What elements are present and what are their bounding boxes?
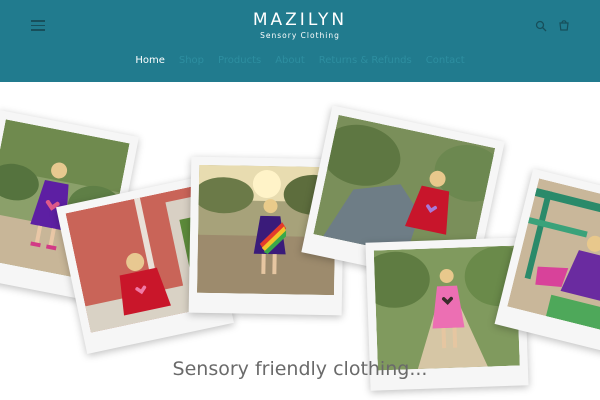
nav-item-home[interactable]: Home	[128, 55, 172, 66]
brand-tagline: Sensory Clothing	[260, 31, 340, 40]
site-header: MAZILYN Sensory Clothing Home Shop Produ…	[0, 0, 600, 82]
nav-item-shop[interactable]: Shop	[172, 55, 211, 66]
search-icon[interactable]	[535, 20, 547, 32]
nav-item-products[interactable]: Products	[211, 55, 268, 66]
nav-item-contact[interactable]: Contact	[419, 55, 472, 66]
brand-logo[interactable]: MAZILYN Sensory Clothing	[0, 10, 600, 40]
nav-item-returns-refunds[interactable]: Returns & Refunds	[312, 55, 419, 66]
main-nav: Home Shop Products About Returns & Refun…	[0, 55, 600, 66]
hero-tagline: Sensory friendly clothing...	[172, 358, 428, 380]
cart-icon[interactable]	[558, 20, 570, 32]
photo-girl-purple-dress-playground	[494, 168, 600, 356]
nav-item-about[interactable]: About	[268, 55, 312, 66]
hero-section: Sensory friendly clothing...	[0, 82, 600, 400]
brand-name: MAZILYN	[252, 10, 348, 30]
